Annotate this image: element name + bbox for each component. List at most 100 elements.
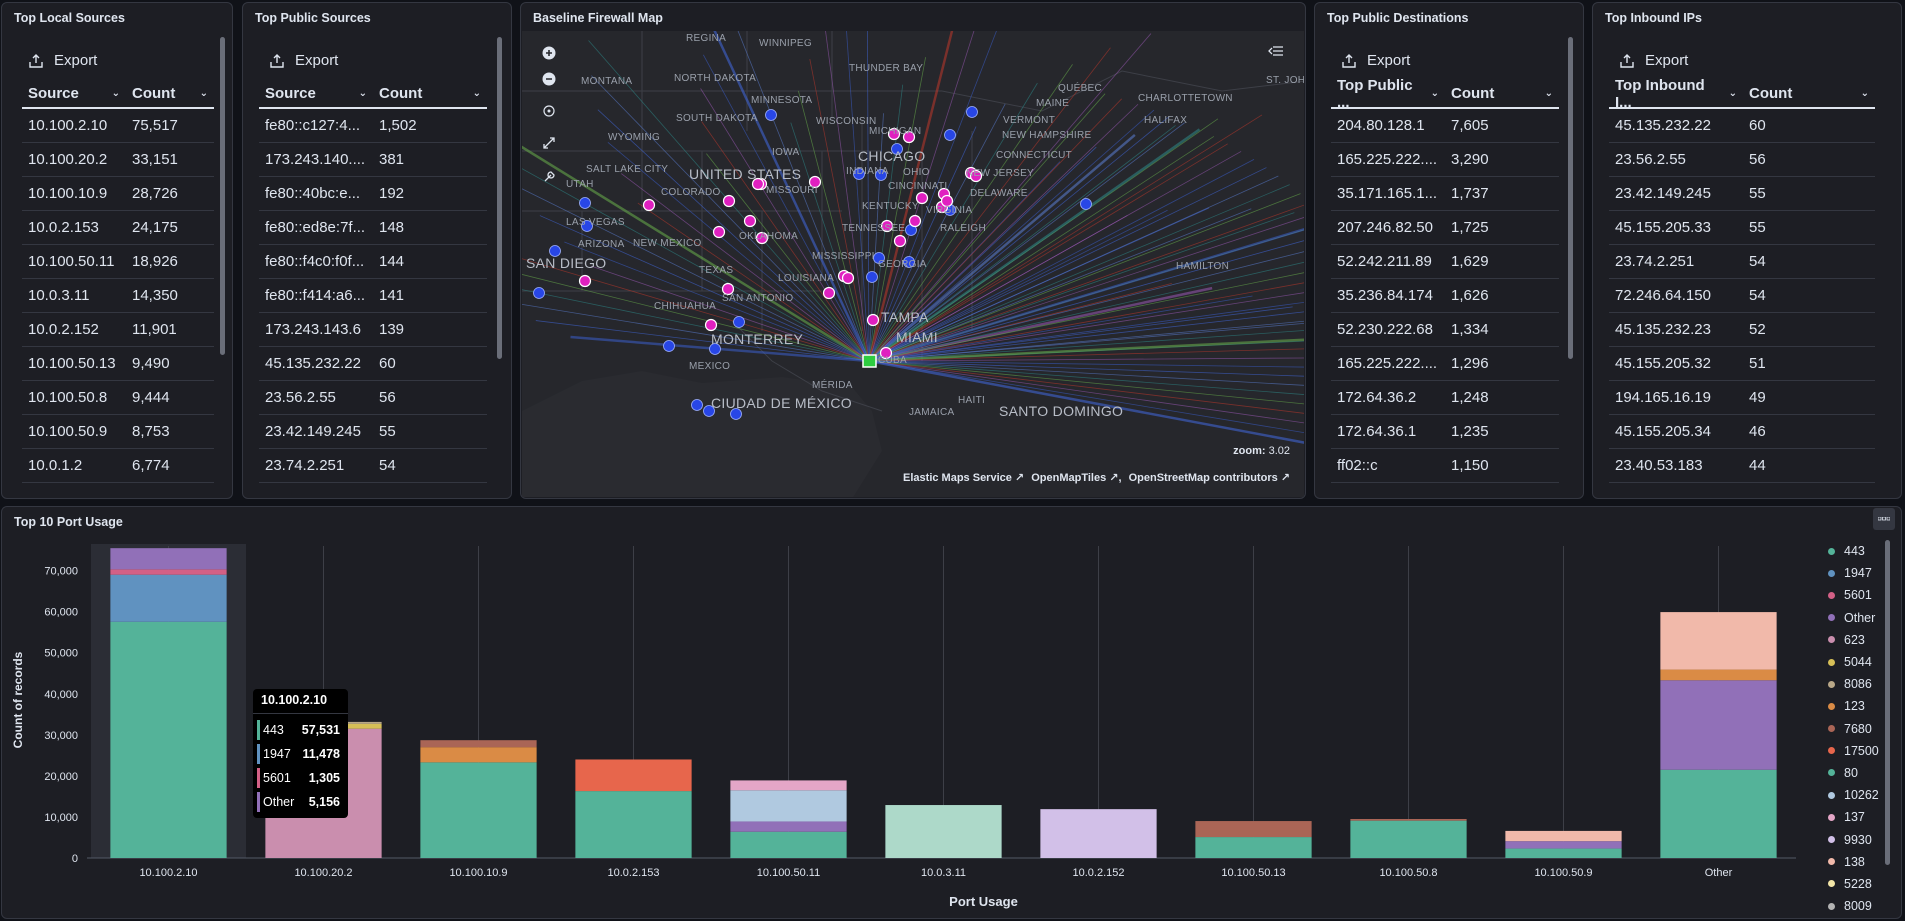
table-row[interactable]: 10.100.50.13 9,490 <box>22 347 214 381</box>
table-row[interactable]: fe80::ed8e:7f... 148 <box>259 211 487 245</box>
table-row[interactable]: 23.74.2.251 54 <box>259 449 487 483</box>
legend-item[interactable]: 5601 <box>1828 584 1879 606</box>
ellipsis-icon[interactable] <box>1873 508 1895 530</box>
column-header[interactable]: Source ⌄ <box>22 85 126 102</box>
legend-item[interactable]: 8086 <box>1828 673 1879 695</box>
table-row[interactable]: 207.246.82.50 1,725 <box>1331 211 1559 245</box>
table-row[interactable]: 10.100.50.11 18,926 <box>22 245 214 279</box>
table-row[interactable]: 35.236.84.174 1,626 <box>1331 279 1559 313</box>
scrollbar[interactable] <box>1568 37 1573 359</box>
export-button[interactable]: Export <box>269 52 338 69</box>
legend-item[interactable]: 1947 <box>1828 562 1879 584</box>
attribution-link[interactable]: OpenMapTiles <box>1031 472 1106 484</box>
table-row[interactable]: 10.100.50.9 8,753 <box>22 415 214 449</box>
map-point-marker[interactable] <box>712 225 726 239</box>
draw-tool-icon[interactable] <box>539 167 559 187</box>
scrollbar[interactable] <box>497 37 502 359</box>
map-point-marker[interactable] <box>966 106 978 118</box>
attribution-link[interactable]: Elastic Maps Service <box>903 472 1012 484</box>
map-point-marker[interactable] <box>663 340 675 352</box>
legend-item[interactable]: 137 <box>1828 806 1879 828</box>
table-row[interactable]: 45.155.205.34 46 <box>1609 415 1875 449</box>
hub-marker[interactable] <box>862 354 877 368</box>
chevron-down-icon[interactable]: ⌄ <box>112 88 120 99</box>
column-header[interactable]: Count ⌄ <box>1743 85 1875 102</box>
table-row[interactable]: 10.0.3.11 14,350 <box>22 279 214 313</box>
map-point-marker[interactable] <box>841 271 855 285</box>
column-header[interactable]: Source ⌄ <box>259 85 373 102</box>
map-point-marker[interactable] <box>722 194 736 208</box>
legend-item[interactable]: 7680 <box>1828 718 1879 740</box>
table-row[interactable]: 72.246.64.150 54 <box>1609 279 1875 313</box>
table-row[interactable]: 52.242.211.89 1,629 <box>1331 245 1559 279</box>
zoom-in-icon[interactable] <box>539 43 559 63</box>
table-row[interactable]: 45.155.205.33 55 <box>1609 211 1875 245</box>
map-point-marker[interactable] <box>765 109 777 121</box>
column-header[interactable]: Count ⌄ <box>373 85 487 102</box>
chevron-down-icon[interactable]: ⌄ <box>1545 88 1553 99</box>
table-row[interactable]: 172.64.36.2 1,248 <box>1331 381 1559 415</box>
legend-item[interactable]: 123 <box>1828 695 1879 717</box>
locate-icon[interactable] <box>539 101 559 121</box>
column-header[interactable]: Count ⌄ <box>1445 85 1559 102</box>
table-row[interactable]: fe80::40bc:e... 192 <box>259 177 487 211</box>
chevron-down-icon[interactable]: ⌄ <box>359 88 367 99</box>
table-row[interactable]: 45.135.232.22 60 <box>259 347 487 381</box>
map-point-marker[interactable] <box>866 271 878 283</box>
map-point-marker[interactable] <box>578 274 592 288</box>
table-row[interactable]: 23.56.2.55 56 <box>259 381 487 415</box>
map-point-marker[interactable] <box>704 318 718 332</box>
map-point-marker[interactable] <box>1080 198 1092 210</box>
table-row[interactable]: 23.74.2.251 54 <box>1609 245 1875 279</box>
column-header[interactable]: Count ⌄ <box>126 85 214 102</box>
map-point-marker[interactable] <box>642 198 656 212</box>
export-button[interactable]: Export <box>1619 52 1688 69</box>
legend-item[interactable]: 9930 <box>1828 828 1879 850</box>
scrollbar[interactable] <box>220 37 225 355</box>
chevron-down-icon[interactable]: ⌄ <box>1729 88 1737 99</box>
map-point-marker[interactable] <box>893 234 907 248</box>
table-row[interactable]: 23.42.149.245 55 <box>1609 177 1875 211</box>
attribution-link[interactable]: OpenStreetMap contributors <box>1129 472 1278 484</box>
table-row[interactable]: 173.243.140.... 381 <box>259 143 487 177</box>
table-row[interactable]: 23.56.2.55 56 <box>1609 143 1875 177</box>
table-row[interactable]: 165.225.222.... 3,290 <box>1331 143 1559 177</box>
legend-item[interactable]: 17500 <box>1828 740 1879 762</box>
table-row[interactable]: 10.0.2.153 24,175 <box>22 211 214 245</box>
table-row[interactable]: 10.0.1.2 6,774 <box>22 449 214 483</box>
export-button[interactable]: Export <box>28 52 97 69</box>
legend-item[interactable]: 10262 <box>1828 784 1879 806</box>
map-point-marker[interactable] <box>533 287 545 299</box>
legend-item[interactable]: 5044 <box>1828 651 1879 673</box>
zoom-out-icon[interactable] <box>539 69 559 89</box>
table-row[interactable]: 23.40.53.183 44 <box>1609 449 1875 483</box>
table-row[interactable]: 204.80.128.1 7,605 <box>1331 109 1559 143</box>
table-row[interactable]: 194.165.16.19 49 <box>1609 381 1875 415</box>
table-row[interactable]: 45.155.205.32 51 <box>1609 347 1875 381</box>
column-header[interactable]: Top Inbound I... ⌄ <box>1609 77 1743 111</box>
table-row[interactable]: fe80::f4c0:f0f... 144 <box>259 245 487 279</box>
layers-collapse-icon[interactable] <box>1266 41 1286 61</box>
map-point-marker[interactable] <box>908 214 922 228</box>
export-button[interactable]: Export <box>1341 52 1410 69</box>
legend-item[interactable]: 138 <box>1828 851 1879 873</box>
chevron-down-icon[interactable]: ⌄ <box>473 88 481 99</box>
table-row[interactable]: 10.100.2.10 75,517 <box>22 109 214 143</box>
map-point-marker[interactable] <box>733 316 745 328</box>
scrollbar[interactable] <box>1885 540 1890 865</box>
table-row[interactable]: 52.230.222.68 1,334 <box>1331 313 1559 347</box>
chevron-down-icon[interactable]: ⌄ <box>200 88 208 99</box>
table-row[interactable]: 10.100.50.8 9,444 <box>22 381 214 415</box>
column-header[interactable]: Top Public ... ⌄ <box>1331 77 1445 111</box>
map-point-marker[interactable] <box>743 214 757 228</box>
legend-item[interactable]: 5228 <box>1828 873 1879 895</box>
table-row[interactable]: 10.100.20.2 33,151 <box>22 143 214 177</box>
map-point-marker[interactable] <box>822 286 836 300</box>
map-point-marker[interactable] <box>579 197 591 209</box>
fullscreen-icon[interactable] <box>539 133 559 153</box>
table-row[interactable]: 10.100.10.9 28,726 <box>22 177 214 211</box>
table-row[interactable]: 45.135.232.23 52 <box>1609 313 1875 347</box>
table-row[interactable]: 10.0.2.152 11,901 <box>22 313 214 347</box>
table-row[interactable]: 165.225.222.... 1,296 <box>1331 347 1559 381</box>
legend-item[interactable]: 623 <box>1828 629 1879 651</box>
